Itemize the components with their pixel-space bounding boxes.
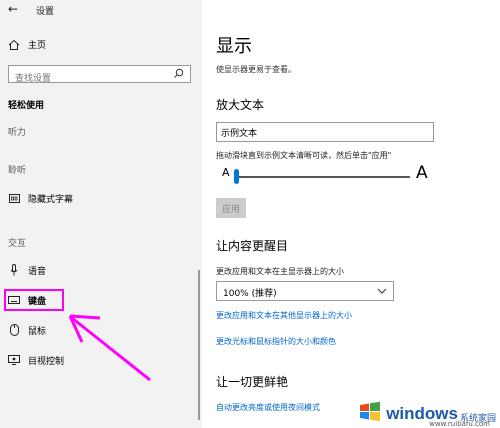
annotation-arrow [68,314,151,382]
